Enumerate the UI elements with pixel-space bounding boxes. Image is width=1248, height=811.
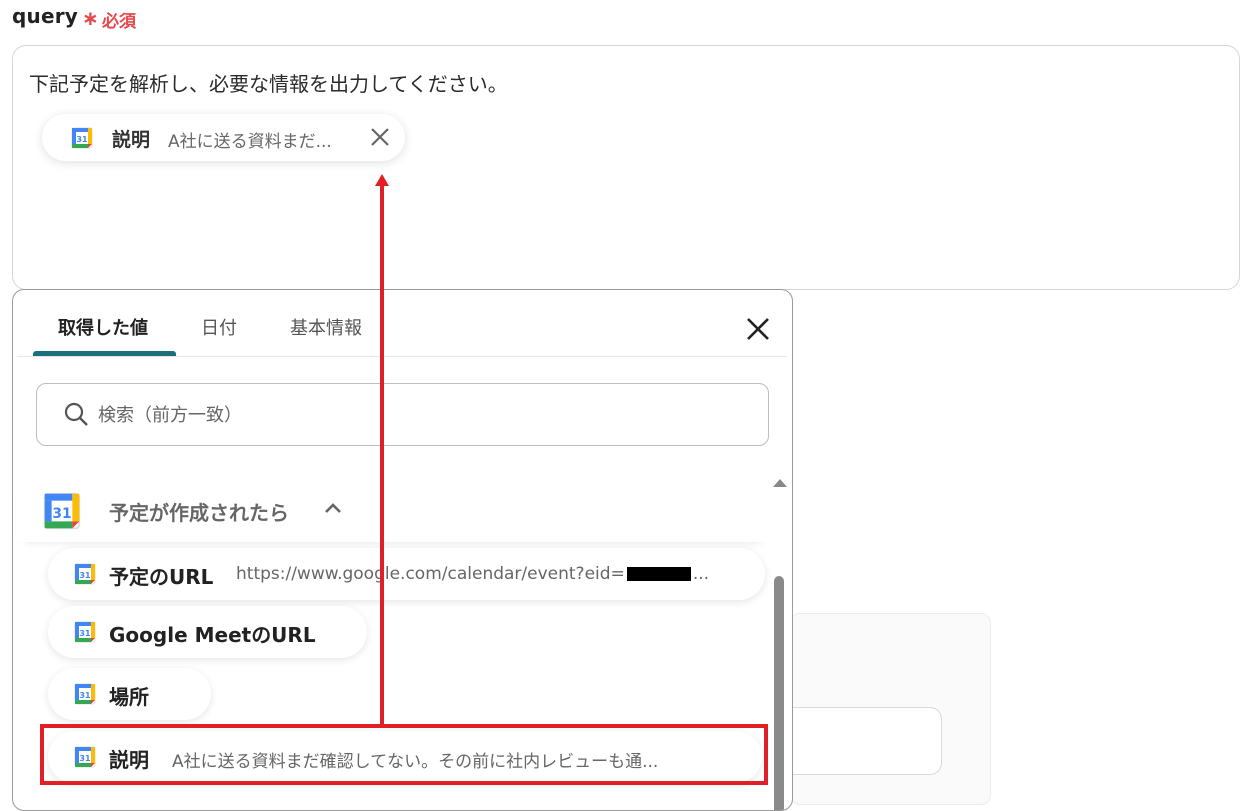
item-label: 予定のURL <box>109 565 214 589</box>
svg-text:31: 31 <box>52 506 71 522</box>
list-item-event-url[interactable]: 31 予定のURL https://www.google.com/calenda… <box>48 548 765 600</box>
item-value: https://www.google.com/calendar/event?ei… <box>236 564 710 584</box>
redaction-bar <box>626 567 691 581</box>
google-calendar-icon: 31 <box>74 563 96 589</box>
tab-basic-info[interactable]: 基本情報 <box>290 314 362 340</box>
chevron-up-icon[interactable] <box>323 500 343 519</box>
svg-text:31: 31 <box>79 629 91 638</box>
required-text: 必須 <box>102 12 136 32</box>
search-box[interactable] <box>36 383 769 446</box>
scroll-up-arrow[interactable] <box>773 479 787 487</box>
svg-text:31: 31 <box>79 691 91 700</box>
scrollbar-thumb[interactable] <box>774 576 784 810</box>
item-label: 場所 <box>109 685 149 709</box>
svg-text:31: 31 <box>79 571 91 580</box>
google-calendar-icon: 31 <box>43 492 81 534</box>
list-item-meet-url[interactable]: 31 Google MeetのURL <box>48 606 367 658</box>
google-calendar-icon: 31 <box>71 127 93 153</box>
annotation-arrow <box>380 184 384 726</box>
item-label: Google MeetのURL <box>109 623 316 647</box>
required-asterisk: ∗ <box>82 6 99 30</box>
highlight-box <box>40 724 768 785</box>
annotation-arrow-head <box>375 174 389 186</box>
inserted-value-chip[interactable]: 31 説明 A社に送る資料まだ... <box>42 114 405 161</box>
background-input[interactable] <box>790 707 942 775</box>
close-icon[interactable] <box>743 314 773 344</box>
search-input[interactable] <box>96 398 740 432</box>
list-item-location[interactable]: 31 場所 <box>48 668 211 720</box>
field-label: query <box>12 4 79 28</box>
google-calendar-icon: 31 <box>74 683 96 709</box>
chip-value: A社に送る資料まだ... <box>168 132 332 152</box>
close-icon[interactable] <box>367 124 393 150</box>
tab-divider <box>17 356 787 357</box>
section-header[interactable]: 31 予定が作成されたら <box>17 476 769 542</box>
tab-acquired-values[interactable]: 取得した値 <box>58 314 148 340</box>
chip-label: 説明 <box>112 129 151 151</box>
tab-date[interactable]: 日付 <box>201 314 237 340</box>
google-calendar-icon: 31 <box>74 621 96 647</box>
svg-text:31: 31 <box>76 135 88 144</box>
query-text: 下記予定を解析し、必要な情報を出力してください。 <box>29 72 508 96</box>
search-icon <box>63 401 89 431</box>
section-title: 予定が作成されたら <box>109 501 289 525</box>
